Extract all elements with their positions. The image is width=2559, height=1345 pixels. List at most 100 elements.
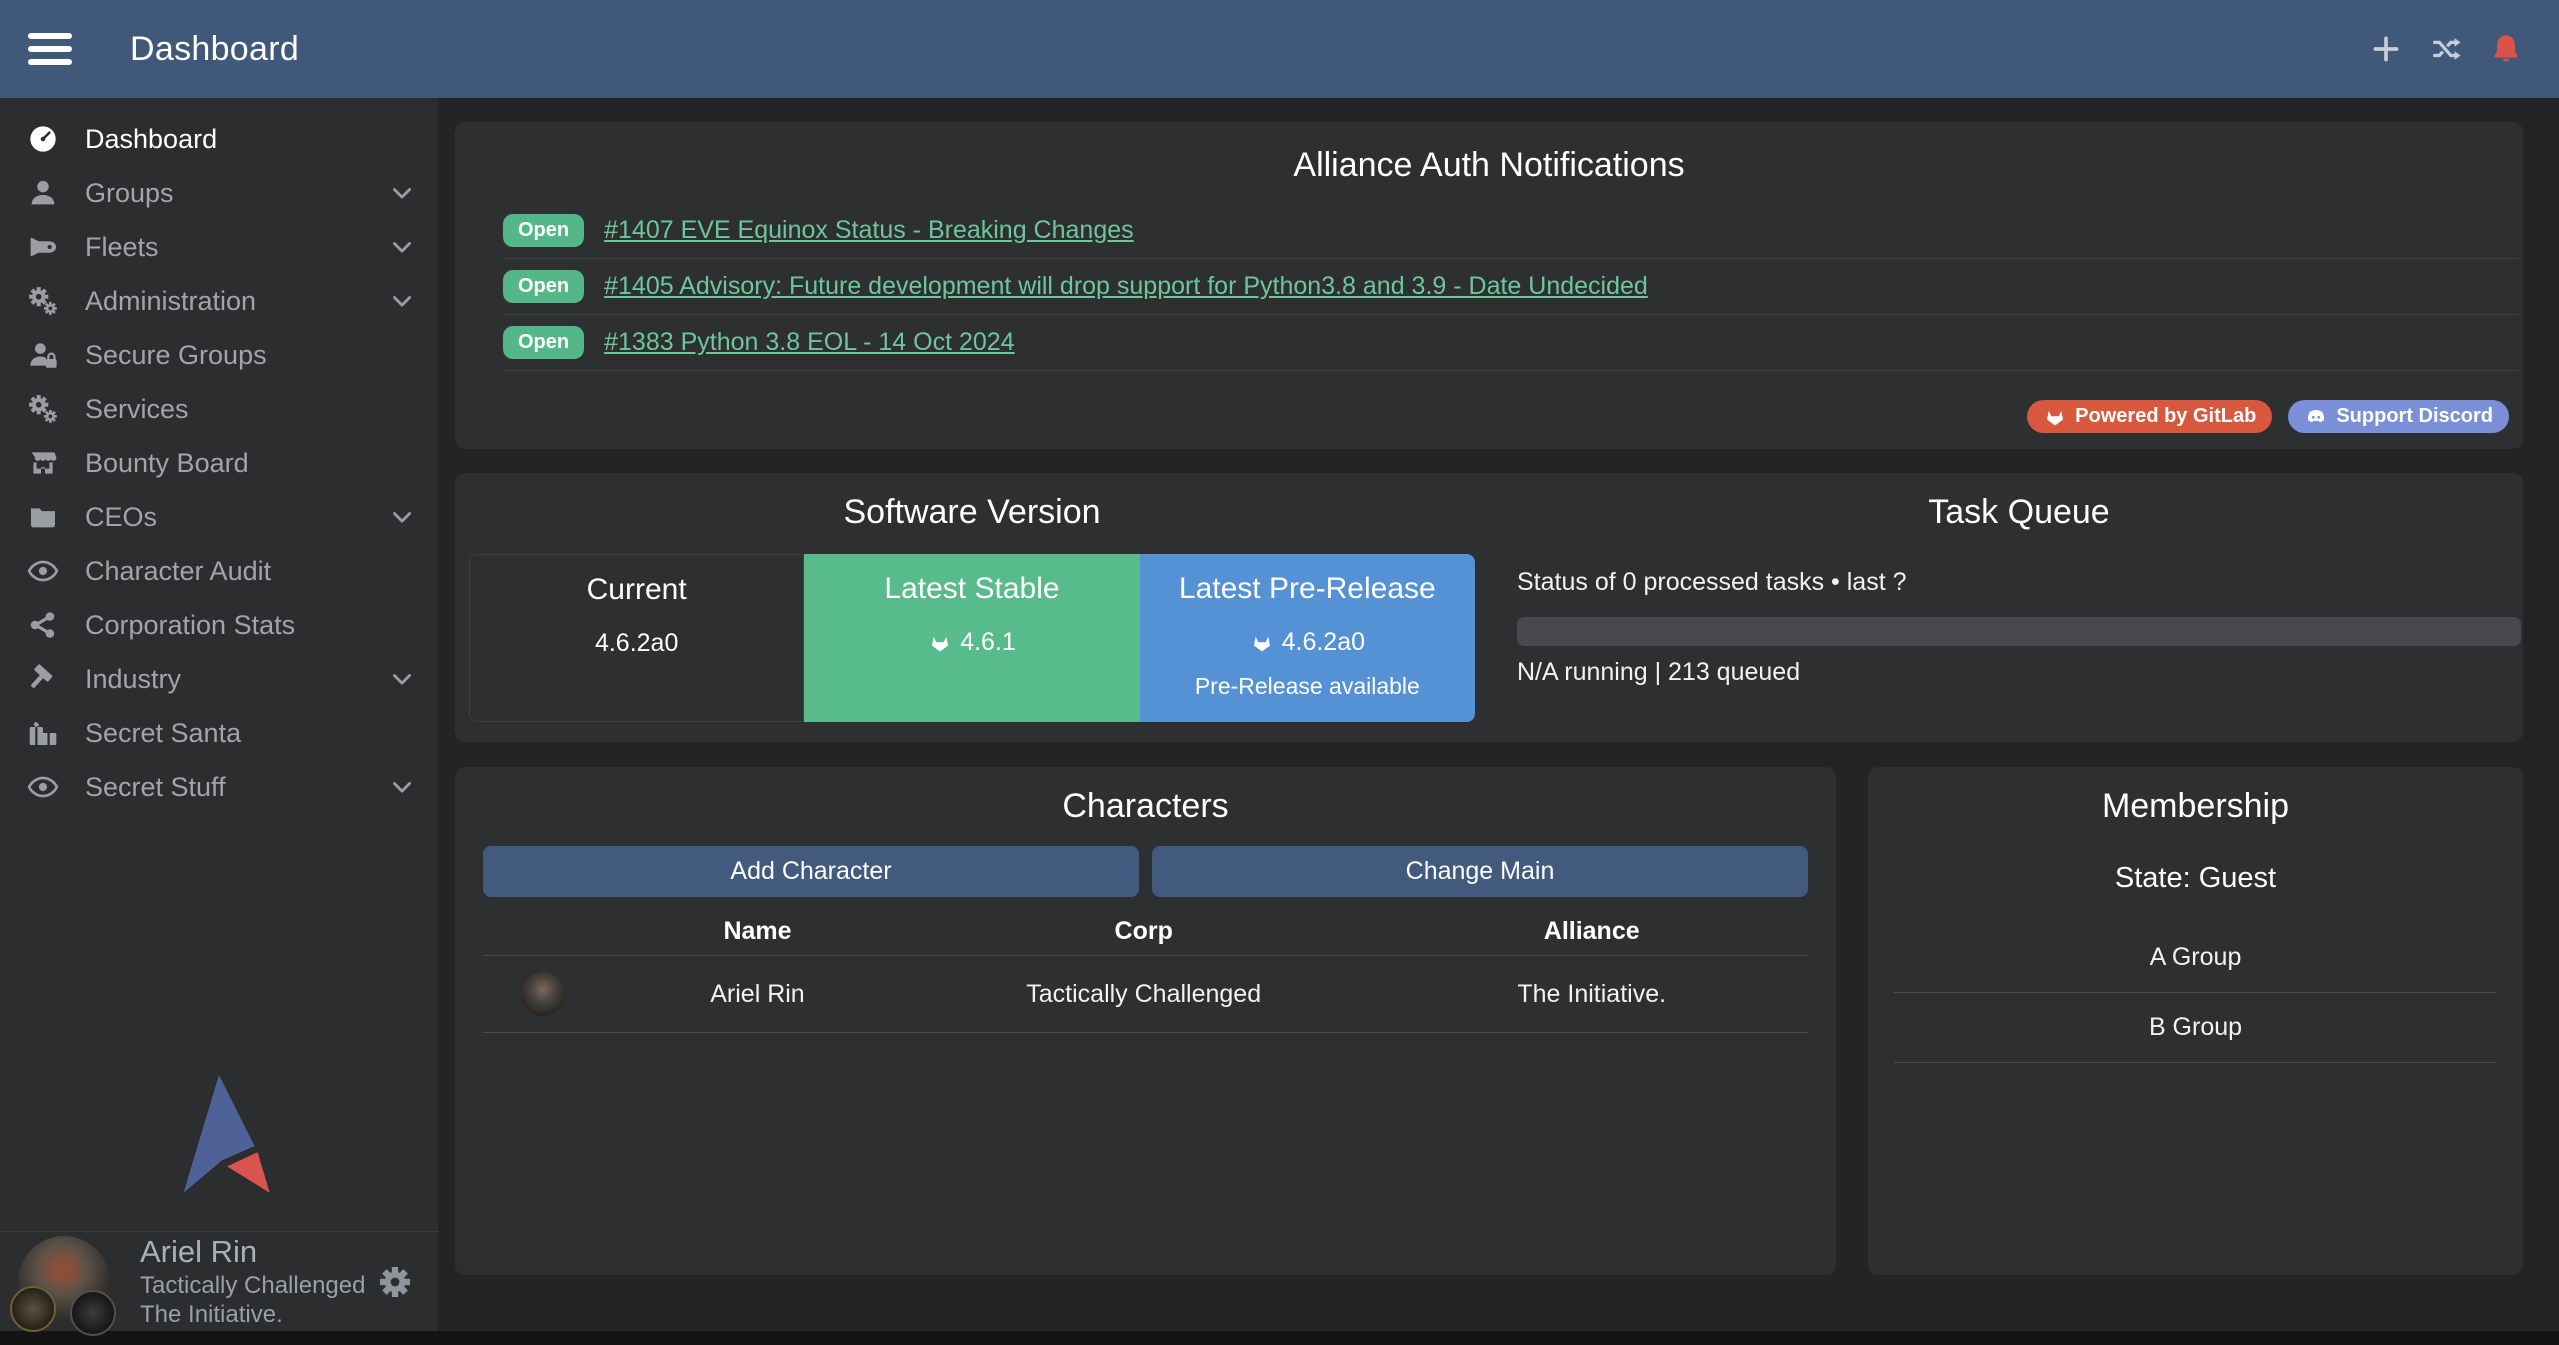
list-item: A Group — [1894, 923, 2497, 993]
chevron-down-icon — [388, 665, 416, 693]
sidebar-item-label: Groups — [85, 178, 174, 209]
sidebar-item-label: Services — [85, 394, 189, 425]
sidebar-item-industry[interactable]: Industry — [0, 652, 438, 706]
main-content: Alliance Auth Notifications Open #1407 E… — [438, 98, 2559, 1331]
table-header-row: Name Corp Alliance — [483, 907, 1808, 955]
membership-panel: Membership State: Guest A Group B Group — [1868, 767, 2523, 1275]
membership-title: Membership — [1868, 787, 2523, 826]
cogs-icon — [27, 285, 59, 317]
notification-link[interactable]: #1405 Advisory: Future development will … — [604, 272, 1648, 301]
chevron-down-icon — [388, 503, 416, 531]
corp-logo — [10, 1286, 56, 1332]
sidebar-item-label: Secret Stuff — [85, 772, 226, 803]
alliance-auth-logo — [157, 1073, 281, 1205]
sidebar-item-dashboard[interactable]: Dashboard — [0, 112, 438, 166]
software-version-section: Software Version Current 4.6.2a0 Latest … — [455, 493, 1489, 742]
sidebar-item-corporation-stats[interactable]: Corporation Stats — [0, 598, 438, 652]
sidebar-item-label: Character Audit — [85, 556, 271, 587]
sidebar-item-label: Secure Groups — [85, 340, 267, 371]
task-queue-section: Task Queue Status of 0 processed tasks •… — [1489, 493, 2523, 742]
chevron-down-icon — [388, 287, 416, 315]
change-main-button[interactable]: Change Main — [1152, 846, 1808, 897]
version-heading: Current — [470, 573, 803, 607]
version-current-box: Current 4.6.2a0 — [469, 554, 804, 722]
eye-icon — [27, 771, 59, 803]
notification-link[interactable]: #1407 EVE Equinox Status - Breaking Chan… — [604, 216, 1134, 245]
settings-gear-icon[interactable] — [376, 1263, 414, 1301]
sidebar-item-bounty-board[interactable]: Bounty Board — [0, 436, 438, 490]
badge-label: Support Discord — [2336, 405, 2493, 428]
notifications-title: Alliance Auth Notifications — [455, 146, 2523, 185]
alliance-logo — [70, 1290, 116, 1336]
membership-groups-list: A Group B Group — [1894, 923, 2497, 1063]
sidebar-item-secure-groups[interactable]: Secure Groups — [0, 328, 438, 382]
cell-corp: Tactically Challenged — [912, 980, 1375, 1009]
version-stable-box: Latest Stable 4.6.1 — [804, 554, 1139, 722]
gitlab-icon — [2043, 405, 2067, 429]
version-value: 4.6.2a0 — [595, 629, 678, 658]
shuffle-icon[interactable] — [2429, 32, 2463, 66]
gitlab-icon — [1250, 631, 1274, 655]
sidebar-item-label: Industry — [85, 664, 181, 695]
sidebar-item-label: Fleets — [85, 232, 159, 263]
sidebar-item-label: Secret Santa — [85, 718, 241, 749]
add-character-button[interactable]: Add Character — [483, 846, 1139, 897]
status-badge: Open — [503, 270, 584, 303]
characters-panel: Characters Add Character Change Main Nam… — [455, 767, 1836, 1275]
powered-by-gitlab-badge[interactable]: Powered by GitLab — [2027, 400, 2272, 433]
characters-title: Characters — [483, 787, 1808, 826]
prerelease-note: Pre-Release available — [1140, 673, 1475, 700]
characters-table: Name Corp Alliance Ariel Rin Tactically … — [483, 907, 1808, 1033]
list-item: B Group — [1894, 993, 2497, 1063]
storefront-icon — [27, 447, 59, 479]
navbar-actions — [2369, 32, 2523, 66]
user-name: Ariel Rin — [140, 1233, 365, 1271]
plus-icon[interactable] — [2369, 32, 2403, 66]
notification-link[interactable]: #1383 Python 3.8 EOL - 14 Oct 2024 — [604, 328, 1014, 357]
share-icon — [27, 609, 59, 641]
task-queue-counts: N/A running | 213 queued — [1517, 658, 2521, 687]
sidebar-item-fleets[interactable]: Fleets — [0, 220, 438, 274]
shuttle-icon — [27, 231, 59, 263]
user-avatar — [18, 1236, 110, 1328]
page-title: Dashboard — [130, 30, 299, 69]
task-queue-progressbar — [1517, 617, 2521, 646]
sidebar-user-panel: Ariel Rin Tactically Challenged The Init… — [0, 1231, 438, 1331]
notifications-panel: Alliance Auth Notifications Open #1407 E… — [455, 122, 2523, 449]
cogs-icon — [27, 393, 59, 425]
menu-icon[interactable] — [28, 33, 72, 65]
sidebar-item-character-audit[interactable]: Character Audit — [0, 544, 438, 598]
sidebar-item-ceos[interactable]: CEOs — [0, 490, 438, 544]
sidebar-item-services[interactable]: Services — [0, 382, 438, 436]
notification-item: Open #1383 Python 3.8 EOL - 14 Oct 2024 — [503, 315, 2519, 371]
sidebar-item-groups[interactable]: Groups — [0, 166, 438, 220]
software-version-panel: Software Version Current 4.6.2a0 Latest … — [455, 473, 2523, 742]
notification-item: Open #1407 EVE Equinox Status - Breaking… — [503, 203, 2519, 259]
sidebar-item-label: Administration — [85, 286, 256, 317]
folder-icon — [27, 501, 59, 533]
user-alliance: The Initiative. — [140, 1300, 365, 1329]
version-heading: Latest Stable — [804, 572, 1139, 606]
alliance-auth-app: Dashboard — [0, 0, 2559, 1345]
chevron-down-icon — [388, 233, 416, 261]
status-badge: Open — [503, 214, 584, 247]
sidebar-item-label: Corporation Stats — [85, 610, 295, 641]
user-corp: Tactically Challenged — [140, 1271, 365, 1300]
eye-icon — [27, 555, 59, 587]
bottom-strip — [0, 1331, 2559, 1345]
discord-icon — [2304, 405, 2328, 429]
support-discord-badge[interactable]: Support Discord — [2288, 400, 2509, 433]
sidebar-item-administration[interactable]: Administration — [0, 274, 438, 328]
sidebar-item-secret-santa[interactable]: Secret Santa — [0, 706, 438, 760]
sidebar-item-secret-stuff[interactable]: Secret Stuff — [0, 760, 438, 814]
col-header-alliance: Alliance — [1375, 917, 1808, 946]
badge-label: Powered by GitLab — [2075, 405, 2256, 428]
cell-name: Ariel Rin — [603, 980, 912, 1009]
sidebar-item-label: CEOs — [85, 502, 157, 533]
task-queue-status: Status of 0 processed tasks • last ? — [1517, 568, 2521, 597]
bell-icon[interactable] — [2489, 32, 2523, 66]
sidebar-item-label: Dashboard — [85, 124, 217, 155]
character-avatar — [521, 972, 565, 1016]
col-header-corp: Corp — [912, 917, 1375, 946]
hammer-icon — [27, 663, 59, 695]
